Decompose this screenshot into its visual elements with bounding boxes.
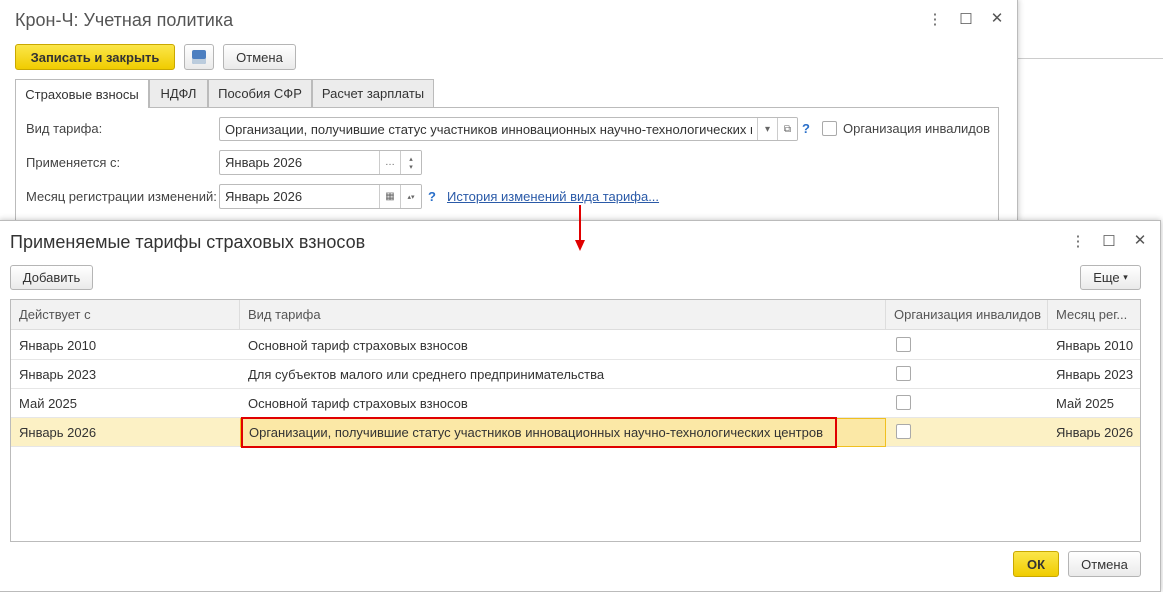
tariffs-table: Действует с Вид тарифа Организация инвал… xyxy=(10,299,1141,542)
column-header-disabled[interactable]: Организация инвалидов xyxy=(886,300,1048,330)
disabled-org-checkbox[interactable] xyxy=(896,337,911,352)
column-header-month[interactable]: Месяц рег... xyxy=(1048,300,1140,330)
calendar-icon[interactable]: ▦ xyxy=(379,185,400,208)
more-button[interactable]: Еще ▾ xyxy=(1080,265,1141,290)
dialog-title: Применяемые тарифы страховых взносов xyxy=(10,232,366,252)
save-close-button[interactable]: Записать и закрыть xyxy=(15,44,175,70)
select-icon[interactable]: … xyxy=(379,151,400,174)
tab-sfr[interactable]: Пособия СФР xyxy=(208,79,312,107)
disabled-org-checkbox[interactable] xyxy=(896,424,911,439)
highlight-box xyxy=(241,417,837,448)
cancel-button[interactable]: Отмена xyxy=(223,44,296,70)
maximize-icon[interactable]: ☐ xyxy=(1100,232,1118,250)
cell-from: Январь 2010 xyxy=(19,338,97,353)
accounting-policy-window: Крон-Ч: Учетная политика ⋮ ☐ ✕ Записать … xyxy=(0,0,1018,227)
cell-tariff[interactable]: Основной тариф страховых взносов xyxy=(240,389,468,418)
tariff-label: Вид тарифа: xyxy=(26,121,103,136)
column-header-from[interactable]: Действует с xyxy=(11,300,240,330)
spin-icon[interactable]: ▴▾ xyxy=(400,185,421,208)
dropdown-icon[interactable]: ▾ xyxy=(757,118,777,140)
close-icon[interactable]: ✕ xyxy=(1131,231,1149,249)
more-icon[interactable]: ⋮ xyxy=(1069,232,1087,250)
open-icon[interactable]: ⧉ xyxy=(777,118,797,140)
tab-ndfl[interactable]: НДФЛ xyxy=(149,79,208,107)
save-button[interactable] xyxy=(184,44,214,70)
disabled-org-label: Организация инвалидов xyxy=(843,121,991,136)
floppy-icon xyxy=(192,50,206,64)
background-divider xyxy=(1018,58,1163,59)
tariff-field[interactable]: Организации, получившие статус участнико… xyxy=(219,117,798,141)
spin-icon[interactable]: ▴▾ xyxy=(400,151,421,174)
chevron-down-icon: ▾ xyxy=(1123,272,1128,282)
help-icon[interactable]: ? xyxy=(428,189,436,204)
cell-tariff[interactable]: Для субъектов малого или среднего предпр… xyxy=(240,360,604,389)
tariff-value: Организации, получившие статус участнико… xyxy=(225,121,752,137)
cell-month: Январь 2023 xyxy=(1056,367,1134,382)
table-row[interactable]: Январь 2010 Основной тариф страховых взн… xyxy=(11,331,1140,360)
applied-from-value: Январь 2026 xyxy=(225,155,303,170)
tariffs-dialog: Применяемые тарифы страховых взносов ⋮ ☐… xyxy=(0,220,1161,592)
cancel-button[interactable]: Отмена xyxy=(1068,551,1141,577)
annotation-arrowhead xyxy=(575,240,585,251)
applied-from-field[interactable]: Январь 2026 … ▴ ▾ xyxy=(219,150,422,175)
annotation-arrow xyxy=(579,205,581,241)
disabled-org-checkbox[interactable] xyxy=(896,395,911,410)
disabled-org-checkbox[interactable] xyxy=(822,121,837,136)
reg-month-value: Январь 2026 xyxy=(225,189,303,204)
maximize-icon[interactable]: ☐ xyxy=(957,10,975,28)
window-title: Крон-Ч: Учетная политика xyxy=(15,10,234,30)
cell-from: Май 2025 xyxy=(19,396,77,411)
cell-tariff[interactable]: Основной тариф страховых взносов xyxy=(240,331,468,360)
tab-insurance[interactable]: Страховые взносы xyxy=(15,79,149,108)
ok-button[interactable]: ОК xyxy=(1013,551,1059,577)
table-row[interactable]: Январь 2023 Для субъектов малого или сре… xyxy=(11,360,1140,389)
close-icon[interactable]: ✕ xyxy=(988,9,1006,27)
cell-month: Январь 2010 xyxy=(1056,338,1134,353)
applied-from-label: Применяется с: xyxy=(26,155,121,170)
add-button[interactable]: Добавить xyxy=(10,265,93,290)
table-row[interactable]: Январь 2026 Организации, получившие стат… xyxy=(11,417,1140,448)
cell-from: Январь 2026 xyxy=(19,425,97,440)
cell-from: Январь 2023 xyxy=(19,367,97,382)
column-header-tariff[interactable]: Вид тарифа xyxy=(240,300,886,330)
disabled-org-checkbox[interactable] xyxy=(896,366,911,381)
tab-payroll[interactable]: Расчет зарплаты xyxy=(312,79,434,107)
reg-month-label: Месяц регистрации изменений: xyxy=(26,189,217,204)
cell-month: Май 2025 xyxy=(1056,396,1114,411)
more-label: Еще xyxy=(1093,270,1120,285)
more-icon[interactable]: ⋮ xyxy=(926,10,944,28)
cell-month: Январь 2026 xyxy=(1056,425,1134,440)
help-icon[interactable]: ? xyxy=(802,121,810,136)
history-link[interactable]: История изменений вида тарифа... xyxy=(447,189,659,204)
table-row[interactable]: Май 2025 Основной тариф страховых взносо… xyxy=(11,389,1140,418)
reg-month-field[interactable]: Январь 2026 ▦ ▴▾ xyxy=(219,184,422,209)
